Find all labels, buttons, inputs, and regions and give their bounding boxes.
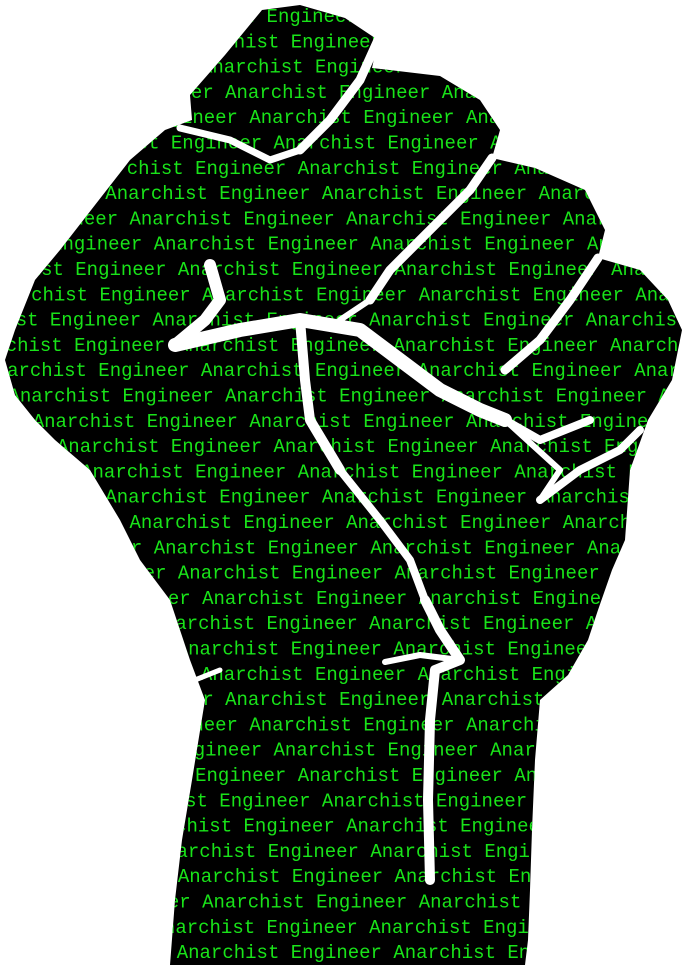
pattern-text-row: Engineer Anarchist Engineer Anarchist En… bbox=[0, 639, 685, 661]
pattern-text-row: Engineer Anarchist Engineer Anarchist En… bbox=[0, 714, 685, 736]
pattern-text-row: Engineer Anarchist Engineer Anarchist En… bbox=[0, 917, 685, 939]
pattern-text-row: Engineer Anarchist Engineer Anarchist En… bbox=[0, 512, 685, 534]
pattern-text-row: Engineer Anarchist Engineer Anarchist En… bbox=[0, 841, 685, 863]
pattern-text-row: Engineer Anarchist Engineer Anarchist En… bbox=[0, 613, 685, 635]
pattern-text-row: Engineer Anarchist Engineer Anarchist En… bbox=[0, 537, 685, 559]
pattern-text-row: Engineer Anarchist Engineer Anarchist En… bbox=[0, 892, 685, 914]
pattern-text-row: Engineer Anarchist Engineer Anarchist En… bbox=[0, 487, 685, 509]
pattern-text-row: Engineer Anarchist Engineer Anarchist En… bbox=[0, 866, 685, 888]
pattern-text-row: Engineer Anarchist Engineer Anarchist En… bbox=[0, 563, 685, 585]
pattern-text-row: Engineer Anarchist Engineer Anarchist En… bbox=[0, 158, 685, 180]
pattern-text-row: Engineer Anarchist Engineer Anarchist En… bbox=[0, 31, 685, 53]
pattern-text-row: Engineer Anarchist Engineer Anarchist En… bbox=[0, 436, 685, 458]
pattern-text-row: Engineer Anarchist Engineer Anarchist En… bbox=[0, 689, 685, 711]
raised-fist-icon: Engineer Anarchist Engineer Anarchist En… bbox=[0, 5, 685, 965]
pattern-text-row: Engineer Anarchist Engineer Anarchist En… bbox=[0, 588, 685, 610]
pattern-text-row: Engineer Anarchist Engineer Anarchist En… bbox=[0, 816, 685, 838]
pattern-text-row: Engineer Anarchist Engineer Anarchist En… bbox=[0, 664, 685, 686]
pattern-text-row: Engineer Anarchist Engineer Anarchist En… bbox=[0, 335, 685, 357]
pattern-text-row: Engineer Anarchist Engineer Anarchist En… bbox=[0, 234, 685, 256]
pattern-text-row: Engineer Anarchist Engineer Anarchist En… bbox=[0, 386, 685, 408]
pattern-text-row: Engineer Anarchist Engineer Anarchist En… bbox=[0, 765, 685, 787]
text-pattern: Engineer Anarchist Engineer Anarchist En… bbox=[0, 6, 685, 964]
pattern-text-row: Engineer Anarchist Engineer Anarchist En… bbox=[0, 942, 685, 964]
pattern-text-row: Engineer Anarchist Engineer Anarchist En… bbox=[0, 360, 685, 382]
pattern-text-row: Engineer Anarchist Engineer Anarchist En… bbox=[0, 57, 685, 79]
pattern-text-row: Engineer Anarchist Engineer Anarchist En… bbox=[0, 133, 685, 155]
pattern-text-row: Engineer Anarchist Engineer Anarchist En… bbox=[0, 208, 685, 230]
pattern-text-row: Engineer Anarchist Engineer Anarchist En… bbox=[0, 790, 685, 812]
pattern-text-row: Engineer Anarchist Engineer Anarchist En… bbox=[0, 183, 685, 205]
pattern-text-row: Engineer Anarchist Engineer Anarchist En… bbox=[0, 740, 685, 762]
pattern-text-row: Engineer Anarchist Engineer Anarchist En… bbox=[0, 6, 685, 28]
artwork-canvas: Engineer Anarchist Engineer Anarchist En… bbox=[0, 0, 685, 969]
